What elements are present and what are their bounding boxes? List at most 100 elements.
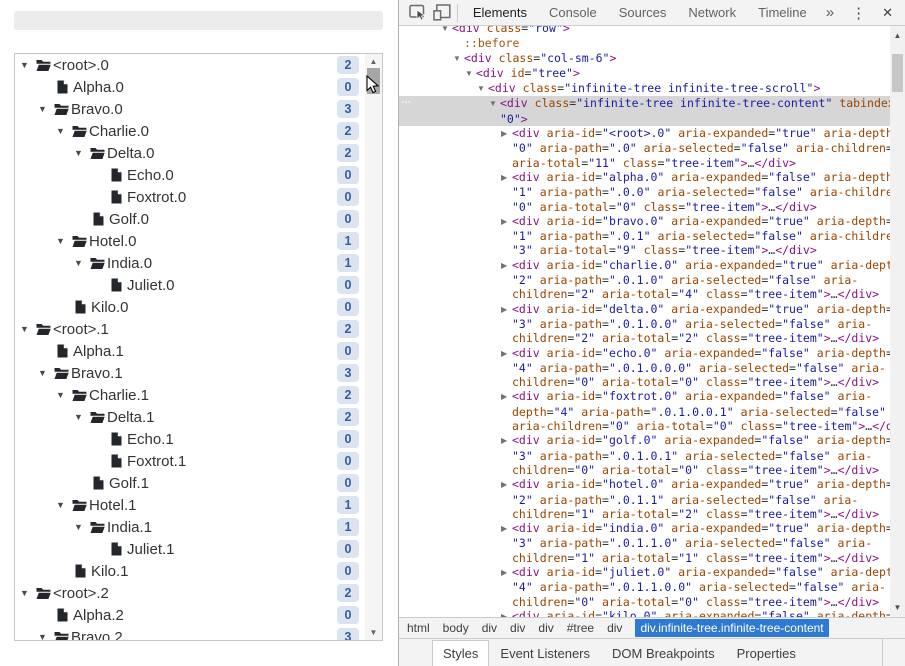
tree-node-row[interactable]: Echo.10: [15, 428, 365, 450]
dom-tree-line[interactable]: children="0" aria-total="0" class="tree-…: [399, 463, 890, 477]
tree-node-row[interactable]: ▼Bravo.03: [15, 98, 365, 120]
tree-node-row[interactable]: ▼Delta.02: [15, 142, 365, 164]
expand-arrow-icon[interactable]: ▶: [501, 434, 512, 448]
tab-console[interactable]: Console: [538, 0, 608, 26]
close-devtools-icon[interactable]: ✕: [876, 5, 899, 21]
tree-node-row[interactable]: Alpha.10: [15, 340, 365, 362]
collapse-toggle-icon[interactable]: ▼: [54, 236, 65, 246]
tree-node-row[interactable]: ▼Charlie.12: [15, 384, 365, 406]
collapse-toggle-icon[interactable]: ▼: [18, 324, 29, 334]
dom-tree-line[interactable]: ▶<div aria-id="alpha.0" aria-expanded="f…: [399, 170, 890, 185]
collapse-arrow-icon[interactable]: ▼: [465, 67, 476, 81]
dom-tree-line[interactable]: ▶<div aria-id="bravo.0" aria-expanded="t…: [399, 214, 890, 229]
search-input[interactable]: [14, 11, 383, 30]
tree-node-row[interactable]: Kilo.10: [15, 560, 365, 582]
collapse-arrow-icon[interactable]: ▼: [489, 97, 500, 111]
tree-node-row[interactable]: Foxtrot.00: [15, 186, 365, 208]
kebab-menu-icon[interactable]: ⋮: [842, 4, 876, 22]
dom-tree-line[interactable]: ▶<div aria-id="delta.0" aria-expanded="t…: [399, 302, 890, 317]
dom-tree-line[interactable]: children="2" aria-total="4" class="tree-…: [399, 287, 890, 301]
tree-node-row[interactable]: ▼Delta.12: [15, 406, 365, 428]
expand-arrow-icon[interactable]: ▶: [501, 215, 512, 229]
tree-node-row[interactable]: Juliet.00: [15, 274, 365, 296]
breadcrumb-item-selected[interactable]: div.infinite-tree.infinite-tree-content: [635, 619, 828, 637]
tree-node-row[interactable]: Kilo.00: [15, 296, 365, 318]
expand-arrow-icon[interactable]: ▶: [501, 171, 512, 185]
dom-tree-line[interactable]: "1" aria-path=".0.1" aria-selected="fals…: [399, 229, 890, 243]
dom-tree-line[interactable]: ▶<div aria-id="charlie.0" aria-expanded=…: [399, 258, 890, 273]
dom-tree-line[interactable]: ▶<div aria-id="india.0" aria-expanded="t…: [399, 521, 890, 536]
dom-tree-line[interactable]: ▶<div aria-id="kilo.0" aria-expanded="fa…: [399, 609, 890, 617]
device-toolbar-icon[interactable]: [431, 1, 455, 25]
dom-tree-line[interactable]: ▼<div class="col-sm-6">: [399, 51, 890, 66]
tree-node-row[interactable]: ▼Bravo.13: [15, 362, 365, 384]
expand-arrow-icon[interactable]: ▶: [501, 127, 512, 141]
collapse-toggle-icon[interactable]: ▼: [36, 632, 47, 640]
scroll-up-icon[interactable]: ▲: [365, 54, 382, 69]
tree-node-row[interactable]: ▼Charlie.02: [15, 120, 365, 142]
tree-node-row[interactable]: ▼Hotel.11: [15, 494, 365, 516]
tree-node-row[interactable]: ▼<root>.22: [15, 582, 365, 604]
tree-node-row[interactable]: ▼Bravo.23: [15, 626, 365, 640]
tree-scrollbar-thumb[interactable]: [367, 68, 380, 94]
collapse-toggle-icon[interactable]: ▼: [36, 368, 47, 378]
dom-tree-line[interactable]: ▶<div aria-id="echo.0" aria-expanded="fa…: [399, 346, 890, 361]
dom-tree-line[interactable]: ▼<div class="infinite-tree infinite-tree…: [399, 81, 890, 96]
dom-tree-line[interactable]: ▶<div aria-id="juliet.0" aria-expanded="…: [399, 565, 890, 580]
tab-elements[interactable]: Elements: [462, 0, 538, 26]
scroll-up-icon[interactable]: ▲: [890, 28, 905, 43]
breadcrumb-item[interactable]: div: [538, 621, 553, 635]
dom-tree-line[interactable]: ▶<div aria-id="golf.0" aria-expanded="fa…: [399, 433, 890, 448]
breadcrumb-item[interactable]: #tree: [567, 621, 594, 635]
tree-node-row[interactable]: Juliet.10: [15, 538, 365, 560]
tree-node-row[interactable]: ▼<root>.02: [15, 54, 365, 76]
tab-timeline[interactable]: Timeline: [747, 0, 818, 26]
collapse-toggle-icon[interactable]: ▼: [54, 500, 65, 510]
tree-node-row[interactable]: Golf.00: [15, 208, 365, 230]
dom-tree-line[interactable]: "2" aria-path=".0.1.1" aria-selected="fa…: [399, 493, 890, 507]
expand-arrow-icon[interactable]: ▶: [501, 390, 512, 404]
tree-node-row[interactable]: ▼India.11: [15, 516, 365, 538]
tree-node-row[interactable]: Echo.00: [15, 164, 365, 186]
sidebar-tab-event-listeners[interactable]: Event Listeners: [489, 641, 601, 666]
expand-arrow-icon[interactable]: ▶: [501, 303, 512, 317]
dom-tree-line[interactable]: "0" aria-path=".0" aria-selected="false"…: [399, 141, 890, 155]
dom-pseudo-line[interactable]: ::before: [399, 36, 890, 50]
tree-node-row[interactable]: ▼Hotel.01: [15, 230, 365, 252]
breadcrumb-item[interactable]: div: [510, 621, 525, 635]
dom-tree-line[interactable]: depth="4" aria-path=".0.1.0.0.1" aria-se…: [399, 405, 890, 419]
tab-sources[interactable]: Sources: [608, 0, 678, 26]
collapse-toggle-icon[interactable]: ▼: [18, 60, 29, 70]
tree-node-row[interactable]: ▼<root>.12: [15, 318, 365, 340]
sidebar-tab-properties[interactable]: Properties: [726, 641, 807, 666]
more-tabs-icon[interactable]: »: [818, 4, 842, 21]
expand-arrow-icon[interactable]: ▶: [501, 478, 512, 492]
dom-tree-line[interactable]: children="1" aria-total="2" class="tree-…: [399, 507, 890, 521]
collapse-arrow-icon[interactable]: ▼: [441, 26, 452, 36]
dom-tree-line[interactable]: "0" aria-total="0" class="tree-item">…</…: [399, 200, 890, 214]
tree-scrollbar[interactable]: ▲ ▼: [365, 54, 382, 640]
dom-tree-line[interactable]: "4" aria-path=".0.1.1.0.0" aria-selected…: [399, 580, 890, 594]
inspect-element-icon[interactable]: [407, 1, 431, 25]
dom-tree-line[interactable]: ▼<div class="row">: [399, 26, 890, 36]
dom-tree-line[interactable]: ▶<div aria-id="hotel.0" aria-expanded="t…: [399, 477, 890, 492]
expand-arrow-icon[interactable]: ▶: [501, 347, 512, 361]
tree-node-row[interactable]: Alpha.00: [15, 76, 365, 98]
sidebar-tab-dom-breakpoints[interactable]: DOM Breakpoints: [601, 641, 726, 666]
dom-tree-line[interactable]: children="1" aria-total="1" class="tree-…: [399, 551, 890, 565]
collapse-toggle-icon[interactable]: ▼: [72, 412, 83, 422]
dom-tree-line[interactable]: "4" aria-path=".0.1.0.0.0" aria-selected…: [399, 361, 890, 375]
dom-tree-line[interactable]: "2" aria-path=".0.1.0" aria-selected="fa…: [399, 273, 890, 287]
dom-tree-line[interactable]: "3" aria-path=".0.1.1.0" aria-selected="…: [399, 536, 890, 550]
collapse-toggle-icon[interactable]: ▼: [72, 148, 83, 158]
devtools-scrollbar[interactable]: ▲ ▼: [890, 26, 905, 617]
expand-arrow-icon[interactable]: ▶: [501, 610, 512, 617]
dom-tree-line[interactable]: ▶<div aria-id="foxtrot.0" aria-expanded=…: [399, 389, 890, 404]
breadcrumb-item[interactable]: div: [607, 621, 622, 635]
dom-tree-line[interactable]: ▼<div id="tree">: [399, 66, 890, 81]
dom-tree-line[interactable]: ▶<div aria-id="<root>.0" aria-expanded="…: [399, 126, 890, 141]
tree-node-row[interactable]: Foxtrot.10: [15, 450, 365, 472]
dom-tree-line[interactable]: aria-total="11" class="tree-item">…</div…: [399, 156, 890, 170]
collapse-toggle-icon[interactable]: ▼: [72, 522, 83, 532]
tab-network[interactable]: Network: [677, 0, 747, 26]
